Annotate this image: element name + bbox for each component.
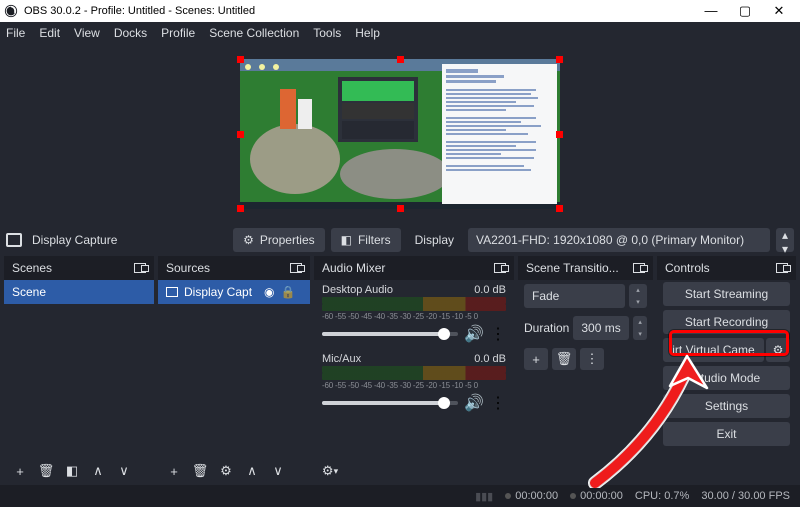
- menu-view[interactable]: View: [74, 26, 100, 40]
- source-toolbar: Display Capture ⚙Properties ◧Filters Dis…: [0, 224, 800, 256]
- dock-icon[interactable]: [290, 263, 302, 273]
- sources-title: Sources: [166, 261, 210, 275]
- channel-level: 0.0 dB: [474, 353, 506, 365]
- display-label: Display: [407, 228, 462, 252]
- monitor-icon: [166, 287, 178, 297]
- studio-mode-button[interactable]: Studio Mode: [663, 366, 790, 390]
- close-button[interactable]: ✕: [762, 0, 796, 22]
- mixer-settings-button[interactable]: ⚙▾: [318, 460, 342, 482]
- source-settings-button[interactable]: ⚙: [214, 460, 238, 482]
- titlebar: OBS 30.0.2 - Profile: Untitled - Scenes:…: [0, 0, 800, 22]
- display-stepper[interactable]: ▴▾: [776, 228, 794, 252]
- transitions-panel: Scene Transitio... Fade ▴▾ Duration 300 …: [518, 256, 653, 485]
- fps-display: 30.00 / 30.00 FPS: [701, 490, 790, 502]
- visibility-icon[interactable]: ◉: [264, 285, 274, 299]
- dock-icon[interactable]: [134, 263, 146, 273]
- volume-slider[interactable]: [322, 401, 458, 405]
- exit-button[interactable]: Exit: [663, 422, 790, 446]
- menu-tools[interactable]: Tools: [313, 26, 341, 40]
- preview-area[interactable]: [0, 44, 800, 224]
- speaker-icon[interactable]: 🔊: [464, 393, 484, 413]
- audio-meter: [322, 297, 506, 304]
- virtual-camera-button[interactable]: irt Virtual Came: [663, 338, 764, 362]
- controls-title: Controls: [665, 261, 710, 275]
- source-up-button[interactable]: ∧: [240, 460, 264, 482]
- rec-time: 00:00:00: [570, 490, 623, 502]
- scenes-panel: Scenes Scene + 🗑 ◧ ∧ ∨: [4, 256, 154, 485]
- controls-panel: Controls Start Streaming Start Recording…: [657, 256, 796, 485]
- channel-name: Mic/Aux: [322, 353, 361, 365]
- transition-stepper[interactable]: ▴▾: [629, 284, 647, 308]
- virtual-camera-settings-button[interactable]: ⚙: [766, 338, 790, 362]
- statusbar: ▮▮▮ 00:00:00 00:00:00 CPU: 0.7% 30.00 / …: [0, 485, 800, 507]
- menu-scene-collection[interactable]: Scene Collection: [209, 26, 299, 40]
- source-item[interactable]: Display Capt ◉ 🔒: [158, 280, 310, 304]
- dock-icon[interactable]: [633, 263, 645, 273]
- gear-icon: ⚙: [773, 343, 784, 357]
- preview-canvas[interactable]: [240, 59, 560, 209]
- properties-button[interactable]: ⚙Properties: [233, 228, 324, 252]
- filters-button[interactable]: ◧Filters: [331, 228, 401, 252]
- transition-select[interactable]: Fade: [524, 284, 625, 308]
- channel-level: 0.0 dB: [474, 284, 506, 296]
- live-dot-icon: [505, 493, 511, 499]
- dock-icon[interactable]: [776, 263, 788, 273]
- menu-edit[interactable]: Edit: [39, 26, 60, 40]
- kebab-icon[interactable]: ⋮: [490, 393, 506, 413]
- remove-scene-button[interactable]: 🗑: [34, 460, 58, 482]
- scenes-title: Scenes: [12, 261, 52, 275]
- meter-ticks: -60 -55 -50 -45 -40 -35 -30 -25 -20 -15 …: [314, 311, 514, 321]
- maximize-button[interactable]: ▢: [728, 0, 762, 22]
- volume-slider[interactable]: [322, 332, 458, 336]
- obs-logo-icon: [4, 4, 18, 18]
- cpu-usage: CPU: 0.7%: [635, 490, 689, 502]
- scene-item[interactable]: Scene: [4, 280, 154, 304]
- channel-name: Desktop Audio: [322, 284, 393, 296]
- source-down-button[interactable]: ∨: [266, 460, 290, 482]
- settings-button[interactable]: Settings: [663, 394, 790, 418]
- network-icon: ▮▮▮: [475, 490, 493, 503]
- menu-file[interactable]: File: [6, 26, 25, 40]
- mixer-panel: Audio Mixer Desktop Audio 0.0 dB -60 -55 …: [314, 256, 514, 485]
- audio-meter: [322, 373, 506, 380]
- add-scene-button[interactable]: +: [8, 460, 32, 482]
- meter-ticks: -60 -55 -50 -45 -40 -35 -30 -25 -20 -15 …: [314, 380, 514, 390]
- duration-stepper[interactable]: ▴▾: [633, 316, 647, 340]
- scene-down-button[interactable]: ∨: [112, 460, 136, 482]
- add-source-button[interactable]: +: [162, 460, 186, 482]
- transition-menu-button[interactable]: ⋮: [580, 348, 604, 370]
- gear-icon: ⚙: [243, 233, 254, 247]
- minimize-button[interactable]: —: [694, 0, 728, 22]
- transitions-title: Scene Transitio...: [526, 261, 619, 275]
- menu-help[interactable]: Help: [355, 26, 380, 40]
- menubar: File Edit View Docks Profile Scene Colle…: [0, 22, 800, 44]
- source-name: Display Capture: [32, 233, 117, 247]
- display-select[interactable]: VA2201-FHD: 1920x1080 @ 0,0 (Primary Mon…: [468, 228, 770, 252]
- dock-icon[interactable]: [494, 263, 506, 273]
- mixer-title: Audio Mixer: [322, 261, 385, 275]
- start-streaming-button[interactable]: Start Streaming: [663, 282, 790, 306]
- lock-icon[interactable]: 🔒: [281, 285, 296, 299]
- menu-docks[interactable]: Docks: [114, 26, 147, 40]
- rec-dot-icon: [570, 493, 576, 499]
- audio-meter: [322, 304, 506, 311]
- preview-content: [240, 59, 560, 209]
- filters-icon: ◧: [341, 233, 352, 247]
- menu-profile[interactable]: Profile: [161, 26, 195, 40]
- duration-input[interactable]: 300 ms: [573, 316, 629, 340]
- scene-filters-button[interactable]: ◧: [60, 460, 84, 482]
- monitor-icon: [6, 233, 22, 247]
- kebab-icon[interactable]: ⋮: [490, 324, 506, 344]
- duration-label: Duration: [524, 321, 569, 335]
- remove-source-button[interactable]: 🗑: [188, 460, 212, 482]
- scene-up-button[interactable]: ∧: [86, 460, 110, 482]
- sources-panel: Sources Display Capt ◉ 🔒 + 🗑 ⚙ ∧ ∨: [158, 256, 310, 485]
- add-transition-button[interactable]: +: [524, 348, 548, 370]
- speaker-icon[interactable]: 🔊: [464, 324, 484, 344]
- live-time: 00:00:00: [505, 490, 558, 502]
- audio-meter: [322, 366, 506, 373]
- window-title: OBS 30.0.2 - Profile: Untitled - Scenes:…: [24, 5, 255, 17]
- remove-transition-button[interactable]: 🗑: [552, 348, 576, 370]
- start-recording-button[interactable]: Start Recording: [663, 310, 790, 334]
